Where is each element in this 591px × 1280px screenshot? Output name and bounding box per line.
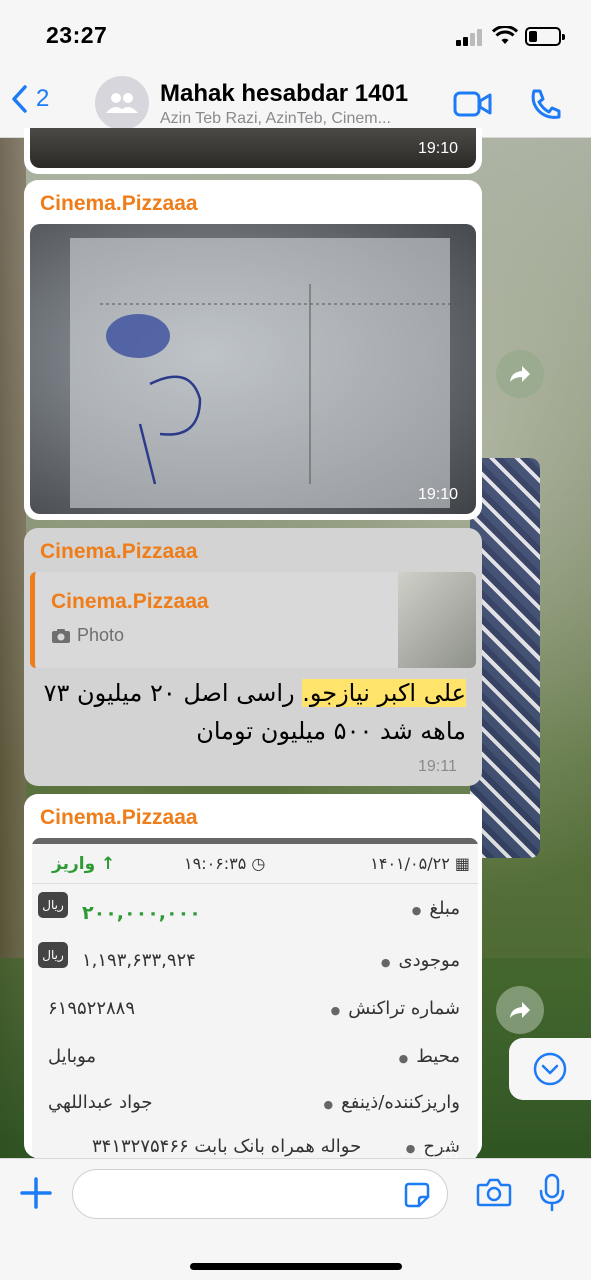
- receipt-type: ↑ واریز: [52, 854, 116, 874]
- message-time: 19:10: [418, 140, 459, 157]
- reply-type: Photo: [51, 625, 124, 646]
- photo-attachment[interactable]: [30, 224, 476, 514]
- reply-preview[interactable]: Cinema.Pizzaaa Photo: [30, 572, 476, 668]
- amount-label: مبلغ: [412, 898, 460, 919]
- receipt-header: ↑ واریز ۱۹:۰۶:۳۵ ◷ ۱۴۰۱/۰۵/۲۲ ▦: [32, 844, 478, 884]
- reply-sender: Cinema.Pizzaaa: [51, 590, 209, 613]
- message-input[interactable]: [72, 1169, 448, 1219]
- receipt-row: موبایل محیط: [32, 1036, 478, 1080]
- receipt-time: ۱۹:۰۶:۳۵ ◷: [184, 854, 266, 873]
- currency-badge: ریال: [38, 892, 68, 918]
- sender-name[interactable]: Cinema.Pizzaaa: [40, 540, 198, 564]
- camera-icon[interactable]: [476, 1177, 512, 1207]
- message-bubble[interactable]: Cinema.Pizzaaa Cinema.Pizzaaa Photo علی …: [24, 528, 482, 786]
- wifi-icon: [492, 26, 518, 44]
- receipt-row: حواله همراه بانک بابت ۳۴۱۳۲۷۵۴۶۶ شرح: [32, 1126, 478, 1160]
- channel-label: محیط: [399, 1046, 460, 1067]
- back-button[interactable]: 2: [10, 84, 49, 114]
- forward-button[interactable]: [496, 350, 544, 398]
- video-call-icon[interactable]: [453, 90, 493, 118]
- message-time: 19:11: [418, 758, 457, 775]
- battery-icon: [525, 27, 565, 46]
- status-time: 23:27: [46, 22, 108, 48]
- highlighted-text: علی اکبر نیازجو.: [302, 679, 466, 707]
- message-bubble[interactable]: Cinema.Pizzaaa ↑ واریز ۱۹:۰۶:۳۵ ◷ ۱۴۰۱/۰…: [24, 794, 482, 1163]
- signal-icon: [456, 28, 484, 46]
- balance-value: ۱,۱۹۳,۶۳۳,۹۲۴: [82, 950, 196, 971]
- phone-call-icon[interactable]: [528, 88, 562, 120]
- receipt-row: ریال ۱,۱۹۳,۶۳۳,۹۲۴ موجودی: [32, 938, 478, 982]
- message-time: 19:10: [418, 486, 459, 503]
- group-avatar[interactable]: [95, 76, 149, 130]
- message-bubble[interactable]: Cinema.Pizzaaa 19:10: [24, 180, 482, 520]
- receipt-row: ۶۱۹۵۲۲۸۸۹ شماره تراکنش: [32, 988, 478, 1032]
- receipt-row: جواد عبداللهي واریزکننده/ذینفع: [32, 1082, 478, 1126]
- message-text[interactable]: علی اکبر نیازجو. راسی اصل ۲۰ میلیون ۷۳ م…: [36, 674, 466, 750]
- message-input-bar: [0, 1158, 591, 1280]
- reply-thumbnail: [398, 572, 476, 668]
- transaction-value: ۶۱۹۵۲۲۸۸۹: [48, 998, 136, 1019]
- transaction-label: شماره تراکنش: [331, 998, 460, 1019]
- currency-badge: ریال: [38, 942, 68, 968]
- unread-count: 2: [36, 85, 50, 112]
- microphone-icon[interactable]: [538, 1173, 566, 1213]
- sticker-icon[interactable]: [403, 1181, 431, 1209]
- home-indicator: [190, 1263, 402, 1270]
- photo-attachment[interactable]: [30, 128, 476, 168]
- sender-name[interactable]: Cinema.Pizzaaa: [40, 192, 198, 216]
- description-value: حواله همراه بانک بابت ۳۴۱۳۲۷۵۴۶۶: [92, 1136, 362, 1157]
- plus-icon[interactable]: [20, 1177, 52, 1209]
- chat-title[interactable]: Mahak hesabdar 1401: [160, 80, 408, 108]
- reply-type-label: Photo: [77, 625, 125, 645]
- depositor-value: جواد عبداللهي: [48, 1092, 153, 1113]
- receipt-date: ۱۴۰۱/۰۵/۲۲ ▦: [370, 854, 470, 873]
- message-bubble[interactable]: 19:10: [24, 128, 482, 174]
- chevron-down-icon: [533, 1052, 567, 1086]
- receipt-row: ریال ۲۰۰,۰۰۰,۰۰۰ مبلغ: [32, 888, 478, 932]
- status-bar: 23:27: [0, 0, 591, 70]
- share-arrow-icon: [510, 1002, 530, 1018]
- balance-label: موجودی: [381, 950, 460, 971]
- sender-name[interactable]: Cinema.Pizzaaa: [40, 806, 198, 830]
- share-arrow-icon: [510, 366, 530, 382]
- forward-button[interactable]: [496, 986, 544, 1034]
- chevron-left-icon: [12, 85, 27, 113]
- scroll-to-bottom-button[interactable]: [509, 1038, 591, 1100]
- document-photo: [70, 238, 460, 508]
- camera-icon: [52, 628, 70, 643]
- group-icon: [106, 93, 138, 113]
- chat-members[interactable]: Azin Teb Razi, AzinTeb, Cinem...: [160, 110, 440, 128]
- depositor-label: واریزکننده/ذینفع: [324, 1092, 460, 1113]
- receipt-photo[interactable]: ↑ واریز ۱۹:۰۶:۳۵ ◷ ۱۴۰۱/۰۵/۲۲ ▦ ریال ۲۰۰…: [32, 838, 478, 1160]
- channel-value: موبایل: [48, 1046, 97, 1067]
- amount-value: ۲۰۰,۰۰۰,۰۰۰: [82, 902, 201, 924]
